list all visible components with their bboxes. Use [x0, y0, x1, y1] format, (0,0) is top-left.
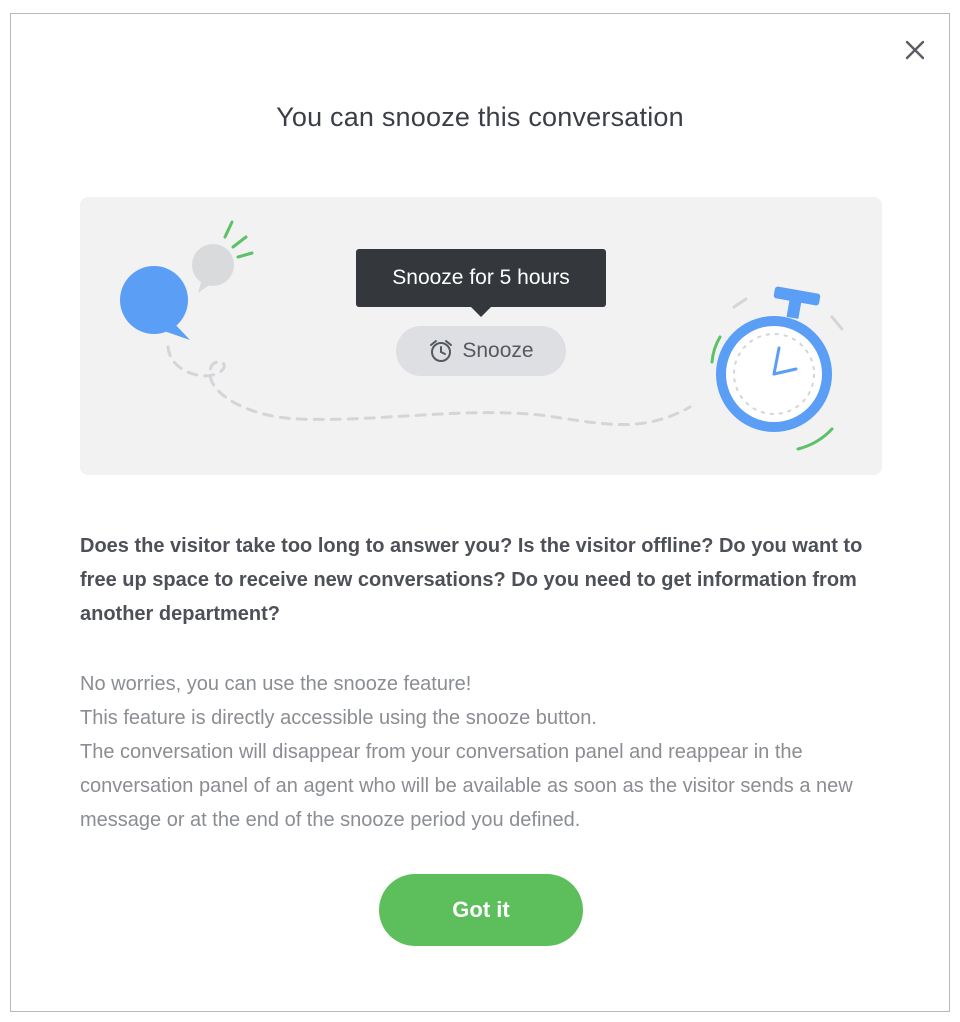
stopwatch-icon [710, 286, 844, 451]
blue-chat-bubble-icon [120, 266, 190, 340]
question-paragraph: Does the visitor take too long to answer… [80, 535, 863, 625]
info-line: This feature is directly accessible usin… [80, 707, 597, 729]
snooze-button-example: Snooze [396, 326, 566, 376]
alarm-clock-icon [430, 340, 453, 362]
snooze-illustration: Snooze for 5 hours Snooze [80, 197, 882, 475]
modal-title: You can snooze this conversation [276, 102, 684, 132]
gray-chat-bubble-icon [192, 244, 234, 293]
close-button[interactable] [903, 38, 927, 62]
snooze-info-modal: You can snooze this conversation Snooze … [10, 13, 950, 1012]
got-it-button[interactable]: Got it [379, 874, 583, 946]
snooze-button-label: Snooze [462, 339, 534, 362]
info-line: No worries, you can use the snooze featu… [80, 673, 472, 695]
snooze-tooltip: Snooze for 5 hours [356, 249, 606, 317]
info-line: The conversation will disappear from you… [80, 741, 853, 831]
info-paragraph: No worries, you can use the snooze featu… [80, 667, 890, 837]
close-icon [905, 40, 925, 60]
